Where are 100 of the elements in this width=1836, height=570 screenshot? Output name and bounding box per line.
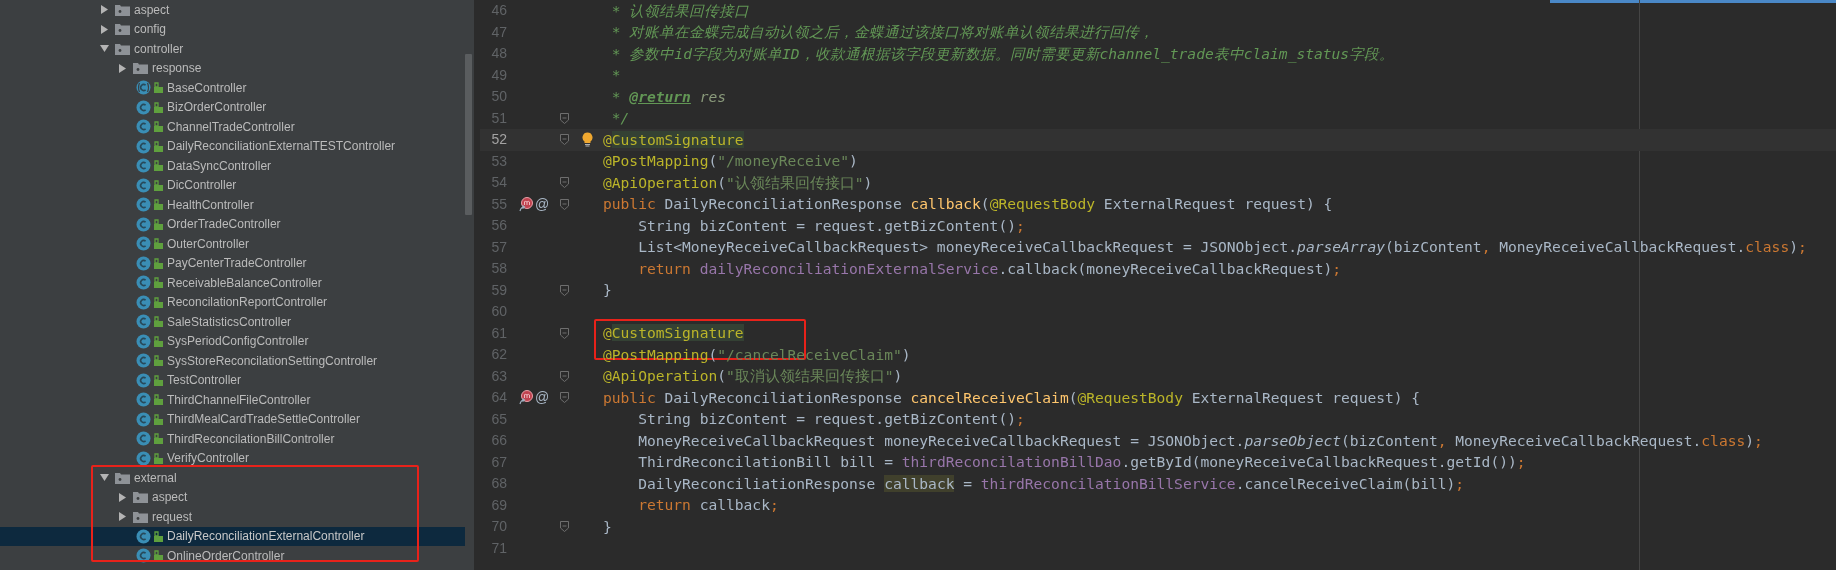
fold-marker-icon[interactable] bbox=[559, 112, 569, 124]
tree-item[interactable]: DailyReconciliationExternalTESTController bbox=[0, 136, 465, 156]
tree-item[interactable]: HealthController bbox=[0, 195, 465, 215]
class-icon bbox=[136, 158, 151, 174]
line-number: 68 bbox=[490, 474, 508, 494]
tree-item[interactable]: aspect bbox=[0, 0, 465, 20]
lock-icon bbox=[154, 530, 163, 542]
tree-item[interactable]: ChannelTradeController bbox=[0, 117, 465, 137]
lock-icon bbox=[154, 82, 163, 94]
collapse-arrow-icon[interactable] bbox=[100, 473, 109, 483]
line-number: 55 bbox=[490, 194, 508, 214]
folder-icon bbox=[133, 510, 148, 523]
tree-item[interactable]: ReceivableBalanceController bbox=[0, 273, 465, 293]
expand-arrow-icon[interactable] bbox=[118, 492, 127, 502]
method-mapping-icon[interactable] bbox=[519, 196, 533, 212]
tree-item[interactable]: SaleStatisticsController bbox=[0, 312, 465, 332]
lock-icon bbox=[154, 179, 163, 191]
lightbulb-icon[interactable] bbox=[581, 132, 593, 148]
fold-marker-icon[interactable] bbox=[559, 177, 569, 189]
line-number: 51 bbox=[490, 108, 508, 128]
fold-marker-icon[interactable] bbox=[559, 521, 569, 533]
class-icon bbox=[136, 138, 151, 154]
tree-item[interactable]: OnlineOrderController bbox=[0, 546, 465, 566]
lock-icon bbox=[154, 316, 163, 328]
code-line: public DailyReconciliationResponse callback(@RequestBody ExternalRequest request) { bbox=[603, 194, 1333, 215]
tree-item[interactable]: BizOrderController bbox=[0, 97, 465, 117]
tree-item[interactable]: external bbox=[0, 468, 465, 488]
tree-item[interactable]: ReconcilationReportController bbox=[0, 292, 465, 312]
tree-item[interactable]: ThirdChannelFileController bbox=[0, 390, 465, 410]
class-icon bbox=[136, 99, 151, 115]
tree-item[interactable]: SysPeriodConfigController bbox=[0, 331, 465, 351]
code-line: } bbox=[603, 280, 612, 301]
expand-arrow-icon[interactable] bbox=[100, 24, 109, 34]
class-icon bbox=[136, 353, 151, 369]
tree-item[interactable]: aspect bbox=[0, 487, 465, 507]
folder-icon bbox=[115, 23, 130, 36]
lock-icon bbox=[154, 394, 163, 406]
tree-item[interactable]: response bbox=[0, 58, 465, 78]
lock-icon bbox=[154, 335, 163, 347]
folder-icon bbox=[115, 3, 130, 16]
expand-arrow-icon[interactable] bbox=[100, 5, 109, 15]
code-line: return callback; bbox=[637, 495, 779, 516]
tree-item[interactable]: VerifyController bbox=[0, 448, 465, 468]
line-number: 53 bbox=[490, 151, 508, 171]
lock-icon bbox=[154, 160, 163, 172]
lock-icon bbox=[154, 218, 163, 230]
tree-item[interactable]: request bbox=[0, 507, 465, 527]
method-mapping-icon[interactable] bbox=[519, 390, 533, 406]
lock-icon bbox=[154, 296, 163, 308]
lock-icon bbox=[154, 550, 163, 562]
line-number: 60 bbox=[490, 302, 508, 322]
tree-item[interactable]: DataSyncController bbox=[0, 156, 465, 176]
class-icon bbox=[136, 177, 151, 193]
class-icon bbox=[136, 314, 151, 330]
tree-item[interactable]: ThirdMealCardTradeSettleController bbox=[0, 409, 465, 429]
scrollbar-thumb[interactable] bbox=[465, 54, 472, 215]
line-number: 50 bbox=[490, 87, 508, 107]
fold-marker-icon[interactable] bbox=[559, 198, 569, 210]
tree-item[interactable]: ThirdReconcilationBillController bbox=[0, 429, 465, 449]
tree-item[interactable]: SysStoreReconcilationSettingController bbox=[0, 351, 465, 371]
tree-item[interactable]: DailyReconciliationExternalController bbox=[0, 526, 465, 546]
expand-arrow-icon[interactable] bbox=[118, 512, 127, 522]
code-line: @PostMapping("/moneyReceive") bbox=[603, 151, 858, 172]
tree-item[interactable]: controller bbox=[0, 39, 465, 59]
fold-marker-icon[interactable] bbox=[559, 134, 569, 146]
code-line: * 参数中id字段为对账单ID，收款通根据该字段更新数据。同时需要更新channel_trade表中claim_status字段。 bbox=[610, 43, 1395, 65]
code-line: List<MoneyReceiveCallbackRequest> moneyReceiveCallbackRequest = JSONObject.parseArray(bizContent, MoneyReceiveCallbackRequest.class); bbox=[637, 237, 1807, 258]
line-number: 54 bbox=[490, 173, 508, 193]
tree-item[interactable]: config bbox=[0, 19, 465, 39]
line-number: 66 bbox=[490, 431, 508, 451]
line-number: 52 bbox=[490, 130, 508, 150]
tree-item[interactable]: BaseController bbox=[0, 78, 465, 98]
tree-item[interactable]: OrderTradeController bbox=[0, 214, 465, 234]
class-icon bbox=[136, 197, 151, 213]
tree-item[interactable]: TestController bbox=[0, 370, 465, 390]
tree-item[interactable]: DicController bbox=[0, 175, 465, 195]
line-number: 62 bbox=[490, 345, 508, 365]
class-icon bbox=[136, 216, 151, 232]
line-number: 47 bbox=[490, 22, 508, 42]
tree-item[interactable]: OuterController bbox=[0, 234, 465, 254]
lock-icon bbox=[154, 374, 163, 386]
fold-marker-icon[interactable] bbox=[559, 327, 569, 339]
line-number: 69 bbox=[490, 495, 508, 515]
fold-marker-icon[interactable] bbox=[559, 370, 569, 382]
code-line: return dailyReconciliationExternalService.callback(moneyReceiveCallbackRequest); bbox=[637, 258, 1342, 279]
expand-arrow-icon[interactable] bbox=[118, 63, 127, 73]
code-line: DailyReconciliationResponse callback = thirdReconcilationBillService.cancelReceiveClaim(bill); bbox=[637, 473, 1465, 494]
code-line: MoneyReceiveCallbackRequest moneyReceiveCallbackRequest = JSONObject.parseObject(bizContent, MoneyReceiveCallbackRequest.class); bbox=[637, 430, 1763, 451]
implements-marker[interactable]: @ bbox=[534, 193, 550, 215]
line-number: 67 bbox=[490, 452, 508, 472]
code-line: @CustomSignature bbox=[603, 129, 744, 150]
fold-marker-icon[interactable] bbox=[559, 284, 569, 296]
fold-marker-icon[interactable] bbox=[559, 392, 569, 404]
tree-item[interactable]: PayCenterTradeController bbox=[0, 253, 465, 273]
collapse-arrow-icon[interactable] bbox=[100, 44, 109, 54]
class-icon bbox=[136, 548, 151, 564]
folder-icon bbox=[133, 491, 148, 504]
class-icon bbox=[136, 80, 151, 96]
line-number: 65 bbox=[490, 409, 508, 429]
implements-marker[interactable]: @ bbox=[534, 387, 550, 409]
